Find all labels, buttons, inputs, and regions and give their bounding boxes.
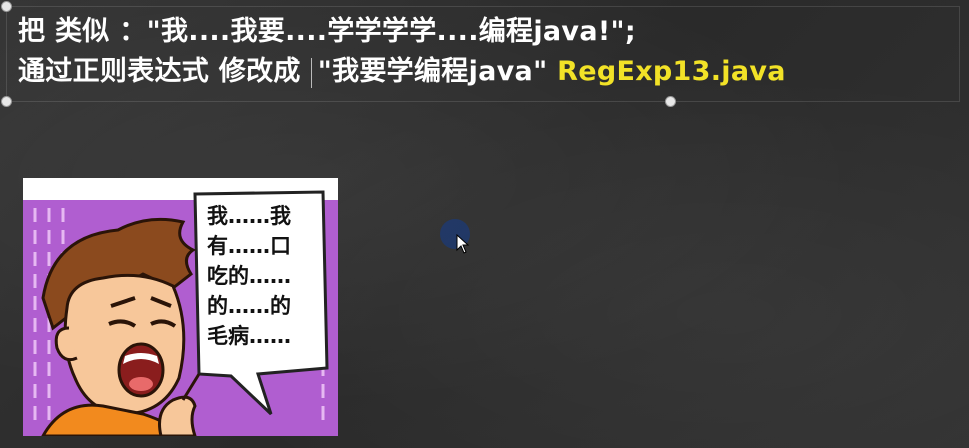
speech-line-3: 吃的……	[207, 264, 291, 288]
line2-quote: "我要学编程java"	[317, 56, 548, 87]
resize-handle-top-left[interactable]	[1, 1, 12, 12]
filename-label: RegExp13.java	[557, 56, 786, 87]
speech-line-1: 我……我	[207, 204, 291, 228]
slide-line-2: 通过正则表达式 修改成 "我要学编程java" RegExp13.java	[18, 56, 786, 88]
speech-line-2: 有……口	[207, 234, 291, 258]
speech-line-5: 毛病……	[207, 324, 291, 348]
line2-prefix: 通过正则表达式 修改成	[18, 56, 301, 87]
text-caret	[310, 57, 312, 88]
resize-handle-bottom-left[interactable]	[1, 96, 12, 107]
character-face	[63, 273, 186, 416]
mouse-pointer-icon	[456, 234, 470, 254]
resize-handle-bottom-mid[interactable]	[665, 96, 676, 107]
speech-line-4: 的……的	[207, 294, 291, 318]
slide-line-1: 把 类似 ："我....我要....学学学学....编程java!";	[18, 16, 636, 47]
comic-illustration: 我……我 有……口 吃的…… 的……的 毛病……	[23, 178, 338, 436]
slide-text-box[interactable]: 把 类似 ："我....我要....学学学学....编程java!"; 通过正则…	[1, 1, 960, 107]
comic-image: 我……我 有……口 吃的…… 的……的 毛病……	[23, 178, 338, 436]
